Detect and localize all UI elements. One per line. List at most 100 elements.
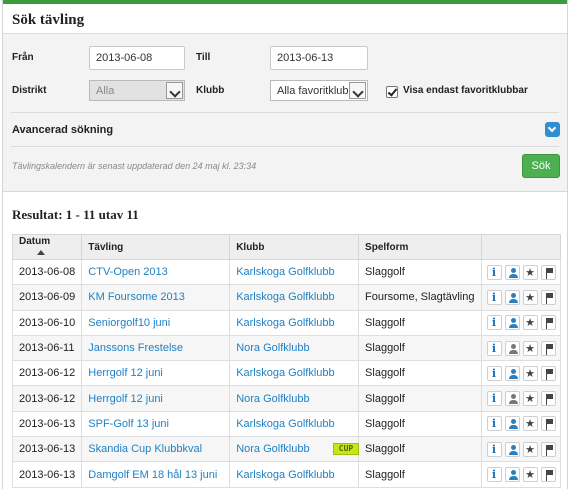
page-frame: Sök tävling Från 2013-06-08 Till 2013-06… [2,0,568,489]
star-icon[interactable] [522,264,538,280]
table-row[interactable]: 2013-06-13 SPF-Golf 13 juni Karlskoga Golf… [11,410,561,438]
cell-competition-link[interactable]: SPF-Golf 13 juni [81,410,231,438]
flag-icon[interactable] [540,467,556,483]
column-header-format[interactable]: Spelform [358,234,482,260]
cell-club-link[interactable]: Karlskoga Golfklubb [229,410,360,438]
club-select[interactable]: Alla favoritklubba [270,80,368,101]
user-icon[interactable] [504,315,520,331]
cell-club-link[interactable]: Nora Golfklubb [229,334,360,362]
district-select-value: Alla [96,85,115,97]
star-icon[interactable] [522,340,538,356]
star-icon[interactable] [522,315,538,331]
info-icon[interactable] [486,315,502,331]
cell-date: 2013-06-11 [11,334,83,362]
column-header-competition[interactable]: Tävling [81,234,231,260]
star-icon[interactable] [522,365,538,381]
cell-club-link[interactable]: Nora Golfklubb [229,385,360,412]
flag-icon[interactable] [540,391,556,407]
from-label: Från [12,52,34,63]
table-row[interactable]: 2013-06-13 Damgolf EM 18 hål 13 juni Karls… [11,461,561,488]
table-row[interactable]: 2013-06-10 Seniorgolf10 juni Karlskoga Gol… [11,309,561,336]
user-icon[interactable] [504,416,520,432]
star-icon[interactable] [522,416,538,432]
column-header-actions [480,234,561,260]
cell-competition-link[interactable]: KM Foursome 2013 [81,284,231,311]
cell-club-link[interactable]: Karlskoga Golfklubb [229,258,360,286]
info-icon[interactable] [486,340,502,356]
last-updated-text: Tävlingskalendern är senast uppdaterad d… [12,161,257,171]
flag-icon[interactable] [540,340,556,356]
page-title: Sök tävling [3,4,567,34]
flag-icon[interactable] [540,289,556,305]
table-row[interactable]: 2013-06-13 Skandia Cup Klubbkval Nora Golf… [11,436,561,463]
row-actions [480,385,561,412]
info-icon[interactable] [486,264,502,280]
cell-date: 2013-06-09 [11,284,83,311]
cell-format: Slaggolf [358,436,482,463]
row-actions [480,309,561,336]
chevron-down-icon[interactable] [545,122,560,137]
cell-competition-link[interactable]: CTV-Open 2013 [81,258,231,286]
cell-competition-link[interactable]: Damgolf EM 18 hål 13 juni [81,461,231,488]
info-icon[interactable] [486,416,502,432]
table-row[interactable]: 2013-06-08 CTV-Open 2013 Karlskoga Golfklu… [11,258,561,286]
favorites-only-checkbox[interactable] [386,86,398,98]
cell-club-link[interactable]: Karlskoga Golfklubb [229,309,360,336]
column-header-club[interactable]: Klubb [229,234,360,260]
star-icon[interactable] [522,467,538,483]
user-icon[interactable] [504,289,520,305]
district-select[interactable]: Alla [89,80,185,101]
cell-format: Slaggolf [358,385,482,412]
from-date-input[interactable]: 2013-06-08 [89,46,185,70]
info-icon[interactable] [486,441,502,457]
flag-icon[interactable] [540,264,556,280]
row-actions [480,436,561,463]
user-icon[interactable] [504,340,520,356]
table-row[interactable]: 2013-06-11 Janssons Frestelse Nora Golfklu… [11,334,561,362]
user-icon[interactable] [504,365,520,381]
flag-icon[interactable] [540,441,556,457]
cell-format: Slaggolf [358,410,482,438]
cell-club-link[interactable]: Karlskoga Golfklubb [229,461,360,488]
cell-date: 2013-06-12 [11,385,83,412]
flag-icon[interactable] [540,365,556,381]
cell-date: 2013-06-13 [11,461,83,488]
info-icon[interactable] [486,365,502,381]
row-actions [480,360,561,387]
row-actions [480,284,561,311]
cell-competition-link[interactable]: Janssons Frestelse [81,334,231,362]
advanced-search-toggle[interactable]: Avancerad sökning [12,124,113,136]
star-icon[interactable] [522,441,538,457]
table-header-row: Datum Tävling Klubb Spelform [11,234,561,260]
chevron-down-icon [166,82,183,99]
row-actions [480,334,561,362]
to-date-input[interactable]: 2013-06-13 [270,46,368,70]
info-icon[interactable] [486,391,502,407]
user-icon[interactable] [504,264,520,280]
flag-icon[interactable] [540,315,556,331]
cell-competition-link[interactable]: Seniorgolf10 juni [81,309,231,336]
chevron-down-icon [349,82,366,99]
cell-club-link[interactable]: Karlskoga Golfklubb [229,284,360,311]
user-icon[interactable] [504,441,520,457]
user-icon[interactable] [504,391,520,407]
table-row[interactable]: 2013-06-12 Herrgolf 12 juni Nora Golfklubb… [11,385,561,412]
cell-club-link[interactable]: Karlskoga Golfklubb [229,360,360,387]
user-icon[interactable] [504,467,520,483]
search-button[interactable]: Sök [522,154,560,178]
cell-date: 2013-06-10 [11,309,83,336]
flag-icon[interactable] [540,416,556,432]
cell-competition-link[interactable]: Herrgolf 12 juni [81,385,231,412]
cell-date: 2013-06-13 [11,436,83,463]
cell-competition-link[interactable]: Skandia Cup Klubbkval [81,436,231,463]
column-header-date[interactable]: Datum [11,234,83,260]
star-icon[interactable] [522,391,538,407]
cell-competition-link[interactable]: Herrgolf 12 juni [81,360,231,387]
info-icon[interactable] [486,289,502,305]
star-icon[interactable] [522,289,538,305]
info-icon[interactable] [486,467,502,483]
table-row[interactable]: 2013-06-12 Herrgolf 12 juni Karlskoga Golf… [11,360,561,387]
sort-ascending-icon [37,249,45,255]
table-row[interactable]: 2013-06-09 KM Foursome 2013 Karlskoga Golf… [11,284,561,311]
cup-badge: CUP [333,443,359,455]
